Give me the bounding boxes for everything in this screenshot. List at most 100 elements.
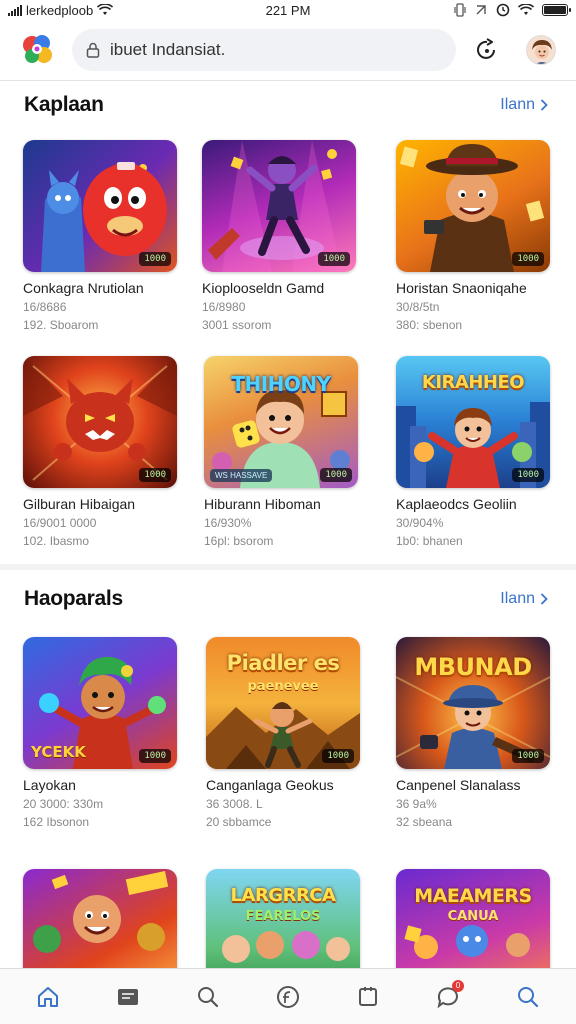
nav-feed[interactable] xyxy=(106,975,150,1019)
game-card[interactable]: 1000 Conkagra Nrutiolan 16/8686 192. Sbo… xyxy=(23,140,179,332)
game-sub: 192. Sboarom xyxy=(23,318,99,332)
game-meta: 16/9001 0000 xyxy=(23,516,97,530)
game-meta: 30/904% xyxy=(396,516,444,530)
currency-icon xyxy=(277,985,299,1008)
game-card[interactable]: 1000 Horistan Snaoniqahe 30/8/5tn 380: s… xyxy=(396,140,552,332)
play-count-badge: 1000 xyxy=(139,749,171,763)
battery-icon xyxy=(542,4,571,16)
game-thumbnail[interactable]: THIHONY WS HASSAVE 1000 xyxy=(204,356,358,488)
feed-icon xyxy=(118,988,138,1005)
app-logo[interactable] xyxy=(20,32,56,68)
bottom-navigation: 0 xyxy=(0,968,576,1024)
game-meta: 16/8980 xyxy=(202,300,246,314)
notification-badge: 0 xyxy=(452,979,464,992)
game-meta: 36 9a% xyxy=(396,797,437,811)
game-sub: 380: sbenon xyxy=(396,318,463,332)
play-count-badge: 1000 xyxy=(318,252,350,266)
game-card[interactable]: YCEKK 1000 Layokan 20 3000: 330m 162 Ibs… xyxy=(23,637,179,829)
game-title: Kaplaeodcs Geoliin xyxy=(396,496,517,512)
refresh-icon[interactable] xyxy=(474,37,500,63)
game-thumbnail[interactable]: 1000 xyxy=(202,140,356,272)
game-thumbnail[interactable]: YCEKK 1000 xyxy=(23,637,177,769)
play-count-badge: 1000 xyxy=(139,252,171,266)
game-title: Canpenel Slanalass xyxy=(396,777,521,793)
game-meta: 20 3000: 330m xyxy=(23,797,104,811)
play-count-badge: 1000 xyxy=(320,468,352,482)
nav-currency[interactable] xyxy=(266,975,310,1019)
see-more-link[interactable]: Ilann xyxy=(500,590,552,608)
search-input[interactable]: ibuet Indansiat. xyxy=(110,40,225,60)
game-card[interactable]: 1000 Kioplooseldn Gamd 16/8980 3001 ssor… xyxy=(202,140,358,332)
game-thumbnail[interactable]: Piadler es paenevee 1000 xyxy=(206,637,360,769)
play-count-badge: 1000 xyxy=(512,749,544,763)
game-sub: 32 sbeana xyxy=(396,815,453,829)
thumbnail-tag: YCEKK xyxy=(31,743,86,761)
tablet-icon xyxy=(359,986,377,1006)
game-sub: 3001 ssorom xyxy=(202,318,272,332)
thumbnail-title: Piadler es xyxy=(226,651,340,675)
play-count-badge: 1000 xyxy=(322,749,354,763)
nav-search[interactable] xyxy=(186,975,230,1019)
see-more-label: Ilann xyxy=(500,96,535,113)
game-title: Kioplooseldn Gamd xyxy=(202,280,325,296)
section-title: Haoparals xyxy=(24,587,123,610)
chevron-right-icon xyxy=(540,593,548,605)
game-title: Gilburan Hibaigan xyxy=(23,496,136,512)
home-icon xyxy=(38,986,58,1007)
wifi-icon xyxy=(97,4,114,15)
nav-search-alt[interactable] xyxy=(506,975,550,1019)
game-thumbnail[interactable]: 1000 xyxy=(396,140,550,272)
signal-icon xyxy=(8,4,22,16)
game-title: Layokan xyxy=(23,777,76,793)
thumbnail-title: THIHONY xyxy=(231,372,331,396)
nav-home[interactable] xyxy=(26,975,70,1019)
chevron-right-icon xyxy=(540,99,548,111)
see-more-label: Ilann xyxy=(500,590,535,607)
top-bar: ibuet Indansiat. xyxy=(0,24,576,76)
wifi-status-icon xyxy=(518,4,534,15)
nav-tablet[interactable] xyxy=(346,975,390,1019)
avatar[interactable] xyxy=(526,35,556,65)
game-title: Hiburann Hiboman xyxy=(204,496,321,512)
section-divider xyxy=(0,564,576,570)
nav-chat[interactable]: 0 xyxy=(426,975,470,1019)
vibrate-icon xyxy=(454,3,466,17)
nfc-icon xyxy=(476,5,486,15)
game-title: Horistan Snaoniqahe xyxy=(396,280,527,296)
play-count-badge: 1000 xyxy=(139,468,171,482)
game-meta: 36 3008. L xyxy=(206,797,263,811)
game-thumbnail[interactable]: 1000 xyxy=(23,140,177,272)
game-thumbnail[interactable]: MBUNAD 1000 xyxy=(396,637,550,769)
section-title: Kaplaan xyxy=(24,93,104,116)
lock-icon xyxy=(86,42,100,58)
search-alt-icon xyxy=(518,986,539,1007)
play-count-badge: 1000 xyxy=(512,252,544,266)
play-count-badge: 1000 xyxy=(512,468,544,482)
game-title: Conkagra Nrutiolan xyxy=(23,280,144,296)
game-title: Canganlaga Geokus xyxy=(206,777,334,793)
game-card[interactable]: THIHONY WS HASSAVE 1000 Hiburann Hiboman… xyxy=(204,356,360,548)
game-meta: 16/930% xyxy=(204,516,252,530)
game-card[interactable]: MBUNAD 1000 Canpenel Slanalass 36 9a% 32… xyxy=(396,637,552,829)
game-sub: 20 sbbamce xyxy=(206,815,272,829)
game-card[interactable]: KIRAHHEO 1000 Kaplaeodcs Geoliin 30/904%… xyxy=(396,356,552,548)
thumbnail-title: MAEAMERS xyxy=(414,885,532,907)
game-thumbnail[interactable]: KIRAHHEO 1000 xyxy=(396,356,550,488)
game-card[interactable]: Piadler es paenevee 1000 Canganlaga Geok… xyxy=(206,637,362,829)
thumbnail-title: LARGRRCA xyxy=(230,885,336,906)
thumbnail-title: KIRAHHEO xyxy=(421,372,525,393)
alarm-icon xyxy=(496,3,510,17)
search-bar[interactable]: ibuet Indansiat. xyxy=(72,29,456,71)
game-sub: 1b0: bhanen xyxy=(396,534,463,548)
thumbnail-subtitle: CANUA xyxy=(447,909,499,924)
see-more-link[interactable]: Ilann xyxy=(500,96,552,114)
game-thumbnail[interactable]: 1000 xyxy=(23,356,177,488)
search-icon xyxy=(198,986,219,1007)
header-divider xyxy=(0,80,576,81)
section-kaplaan: Kaplaan Ilann xyxy=(0,90,576,120)
status-bar: lerkedploob 221 PM xyxy=(0,0,576,20)
game-card[interactable]: 1000 Gilburan Hibaigan 16/9001 0000 102.… xyxy=(23,356,179,548)
section-haoparals: Haoparals Ilann xyxy=(0,584,576,614)
game-sub: 16pl: bsorom xyxy=(204,534,274,548)
thumbnail-chip: WS HASSAVE xyxy=(210,469,273,482)
